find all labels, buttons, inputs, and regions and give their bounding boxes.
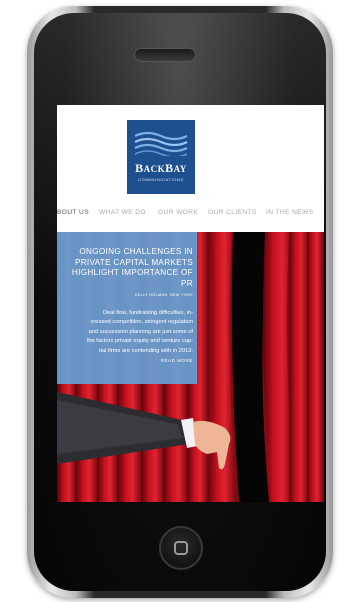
- nav-about-us[interactable]: BOUT US: [57, 209, 89, 216]
- article-byline: KELLY HOLMAN, NEW YORK: [134, 293, 193, 297]
- read-more-link[interactable]: READ MORE: [61, 358, 193, 363]
- logo-name: BACKBAY: [135, 161, 187, 175]
- hero-image: ONGOING CHALLENGES IN PRIVATE CAPITAL MAR…: [57, 232, 324, 502]
- article-excerpt: Deal flow, fundraising difficulties, in-…: [86, 310, 193, 354]
- logo-subtitle: COMMUNICATIONS: [138, 177, 184, 182]
- home-button[interactable]: [159, 526, 203, 570]
- nav-in-the-news[interactable]: IN THE NEWS: [266, 209, 314, 216]
- article-title: ONGOING CHALLENGES IN PRIVATE CAPITAL MAR…: [71, 247, 193, 288]
- backbay-logo[interactable]: BACKBAY COMMUNICATIONS: [127, 120, 195, 194]
- nav-our-work[interactable]: OUR WORK: [158, 209, 198, 216]
- home-square-icon: [174, 541, 188, 555]
- nav-our-clients[interactable]: OUR CLIENTS: [208, 209, 257, 216]
- speaker-grille: [134, 48, 196, 62]
- main-nav: BOUT US WHAT WE DO OUR WORK OUR CLIENTS …: [57, 209, 324, 221]
- nav-what-we-do[interactable]: WHAT WE DO: [99, 209, 146, 216]
- featured-article-card[interactable]: ONGOING CHALLENGES IN PRIVATE CAPITAL MAR…: [57, 232, 197, 384]
- phone-screen: BACKBAY COMMUNICATIONS BOUT US WHAT WE D…: [57, 105, 324, 502]
- wave-icon: [134, 131, 188, 156]
